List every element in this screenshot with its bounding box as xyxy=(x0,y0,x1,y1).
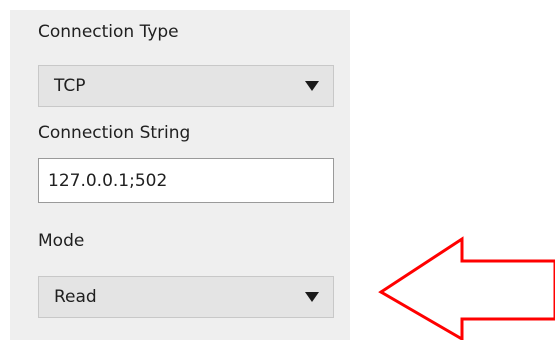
mode-dropdown[interactable]: Read xyxy=(38,276,334,318)
chevron-down-icon xyxy=(305,81,319,91)
chevron-down-icon xyxy=(305,292,319,302)
left-arrow-icon xyxy=(378,236,555,340)
connection-string-value: 127.0.0.1;502 xyxy=(48,170,168,191)
connection-type-value: TCP xyxy=(54,76,86,96)
connection-type-dropdown[interactable]: TCP xyxy=(38,65,334,107)
mode-label: Mode xyxy=(38,231,85,251)
connection-string-input[interactable]: 127.0.0.1;502 xyxy=(38,158,334,203)
mode-value: Read xyxy=(54,287,97,307)
connection-string-label: Connection String xyxy=(38,123,191,143)
connection-type-label: Connection Type xyxy=(38,22,179,42)
